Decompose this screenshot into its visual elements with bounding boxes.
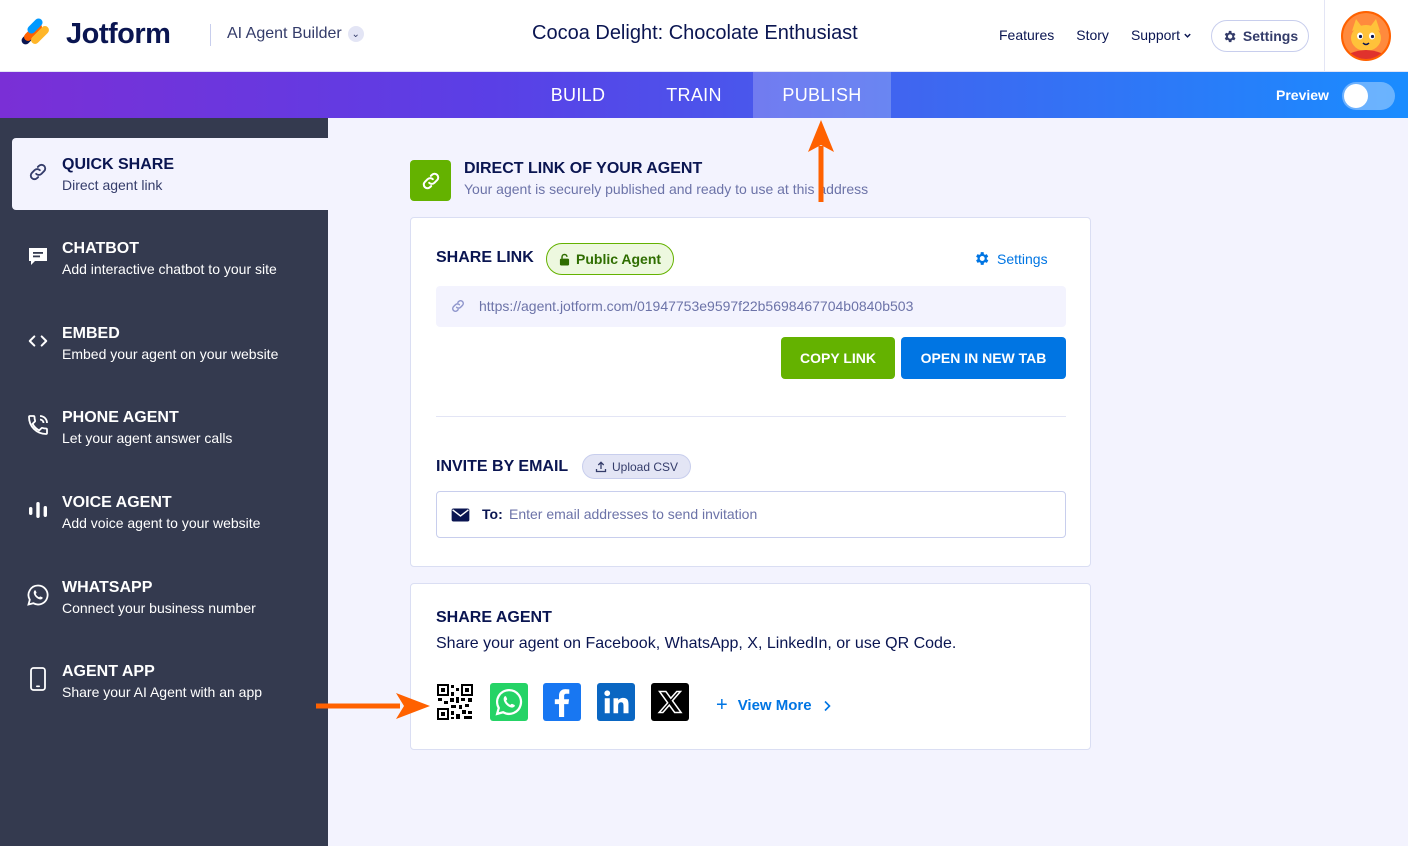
mobile-icon (26, 667, 50, 691)
sidebar-item-subtitle: Direct agent link (62, 177, 163, 193)
tab-build[interactable]: BUILD (523, 72, 633, 118)
top-nav: Features Story Support (999, 27, 1192, 43)
to-label: To: (482, 506, 503, 522)
chevron-right-icon (824, 700, 831, 711)
copy-link-button[interactable]: COPY LINK (781, 337, 895, 379)
chat-bubble-icon (26, 244, 50, 268)
public-agent-badge[interactable]: Public Agent (546, 243, 675, 275)
sidebar-item-voice-agent[interactable]: VOICE AGENT Add voice agent to your webs… (12, 476, 328, 548)
sidebar-item-agent-app[interactable]: AGENT APP Share your AI Agent with an ap… (12, 645, 328, 717)
sidebar-item-subtitle: Add voice agent to your website (62, 515, 261, 531)
sidebar-item-title: PHONE AGENT (62, 409, 179, 426)
nav-story[interactable]: Story (1076, 27, 1109, 43)
invite-email-input[interactable]: To: Enter email addresses to send invita… (436, 491, 1066, 538)
voice-bars-icon (26, 498, 50, 522)
sidebar-item-subtitle: Let your agent answer calls (62, 430, 233, 446)
view-more-button[interactable]: + View More (716, 694, 832, 717)
share-agent-description: Share your agent on Facebook, WhatsApp, … (436, 635, 957, 652)
builder-dropdown[interactable]: AI Agent Builder ⌄ (227, 25, 364, 43)
header-settings-button[interactable]: Settings (1211, 20, 1309, 52)
invite-email-title: INVITE BY EMAIL (436, 458, 569, 475)
open-new-tab-button[interactable]: OPEN IN NEW TAB (901, 337, 1066, 379)
link-icon (450, 298, 466, 319)
sidebar-item-subtitle: Add interactive chatbot to your site (62, 261, 277, 277)
agent-url-field[interactable]: https://agent.jotform.com/01947753e9597f… (436, 286, 1066, 327)
direct-link-title: DIRECT LINK OF YOUR AGENT (464, 160, 703, 177)
code-icon (26, 329, 50, 353)
share-agent-title: SHARE AGENT (436, 609, 552, 626)
toggle-knob (1344, 84, 1368, 108)
sidebar-item-phone-agent[interactable]: PHONE AGENT Let your agent answer calls (12, 391, 328, 463)
sidebar-item-subtitle: Share your AI Agent with an app (62, 684, 263, 700)
chevron-down-icon: ⌄ (347, 26, 364, 42)
sidebar-item-title: CHATBOT (62, 240, 140, 257)
upload-icon (595, 460, 607, 472)
agent-title[interactable]: Cocoa Delight: Chocolate Enthusiast (532, 22, 858, 45)
x-icon[interactable] (651, 683, 689, 721)
nav-support[interactable]: Support (1131, 27, 1192, 43)
nav-support-label: Support (1130, 27, 1180, 43)
upload-csv-button[interactable]: Upload CSV (582, 454, 692, 479)
view-more-label: View More (737, 697, 812, 714)
direct-link-icon (410, 160, 451, 201)
header-divider (210, 24, 211, 46)
publish-sidebar: QUICK SHARE Direct agent link CHATBOT Ad… (0, 118, 328, 846)
header-separator (1324, 0, 1325, 72)
phone-icon (26, 413, 50, 437)
email-placeholder: Enter email addresses to send invitation (509, 506, 758, 522)
share-link-card: SHARE LINK Public Agent Settings https:/… (410, 217, 1091, 567)
tab-bar: BUILD TRAIN PUBLISH Preview (0, 72, 1408, 118)
jotform-logo-icon (19, 16, 51, 50)
header-settings-label: Settings (1242, 28, 1299, 44)
sidebar-item-title: VOICE AGENT (62, 494, 172, 511)
jotform-logo[interactable]: Jotform (19, 16, 171, 51)
chevron-down-icon (1184, 33, 1191, 38)
builder-label: AI Agent Builder (227, 25, 342, 42)
annotation-arrow-up-icon (808, 120, 834, 202)
gear-icon (1224, 30, 1236, 42)
share-settings-label: Settings (997, 250, 1048, 267)
brand-name: Jotform (66, 18, 171, 50)
sidebar-item-embed[interactable]: EMBED Embed your agent on your website (12, 307, 328, 379)
top-header: Jotform AI Agent Builder ⌄ Cocoa Delight… (0, 0, 1408, 72)
whatsapp-icon[interactable] (490, 683, 528, 721)
section-divider (436, 416, 1066, 417)
preview-toggle[interactable] (1342, 82, 1395, 110)
plus-icon: + (716, 694, 728, 716)
sidebar-item-whatsapp[interactable]: WHATSAPP Connect your business number (12, 561, 328, 633)
sidebar-item-title: AGENT APP (62, 663, 155, 680)
sidebar-item-quick-share[interactable]: QUICK SHARE Direct agent link (12, 138, 328, 210)
lock-icon (559, 253, 570, 265)
public-agent-label: Public Agent (576, 251, 662, 267)
sidebar-item-chatbot[interactable]: CHATBOT Add interactive chatbot to your … (12, 222, 328, 294)
share-agent-card: SHARE AGENT Share your agent on Facebook… (410, 583, 1091, 750)
sidebar-item-title: WHATSAPP (62, 579, 153, 596)
sidebar-item-title: QUICK SHARE (62, 156, 175, 173)
share-settings-link[interactable]: Settings (973, 250, 1048, 267)
facebook-icon[interactable] (543, 683, 581, 721)
sidebar-item-title: EMBED (62, 325, 120, 342)
tab-train[interactable]: TRAIN (639, 72, 749, 118)
agent-url-text: https://agent.jotform.com/01947753e9597f… (479, 298, 914, 314)
gear-icon (976, 252, 989, 265)
annotation-arrow-right-icon (316, 693, 430, 719)
nav-features[interactable]: Features (999, 27, 1054, 43)
qr-code-icon[interactable] (436, 683, 474, 721)
envelope-icon (451, 508, 470, 527)
sidebar-item-subtitle: Connect your business number (62, 600, 256, 616)
link-icon (26, 160, 50, 184)
upload-csv-label: Upload CSV (612, 459, 679, 474)
linkedin-icon[interactable] (597, 683, 635, 721)
share-link-title: SHARE LINK (436, 249, 534, 266)
cat-avatar-icon (1343, 13, 1389, 59)
avatar[interactable] (1341, 11, 1391, 61)
tab-publish[interactable]: PUBLISH (753, 72, 891, 118)
whatsapp-icon (26, 583, 50, 607)
preview-label: Preview (1276, 87, 1329, 103)
sidebar-item-subtitle: Embed your agent on your website (62, 346, 279, 362)
